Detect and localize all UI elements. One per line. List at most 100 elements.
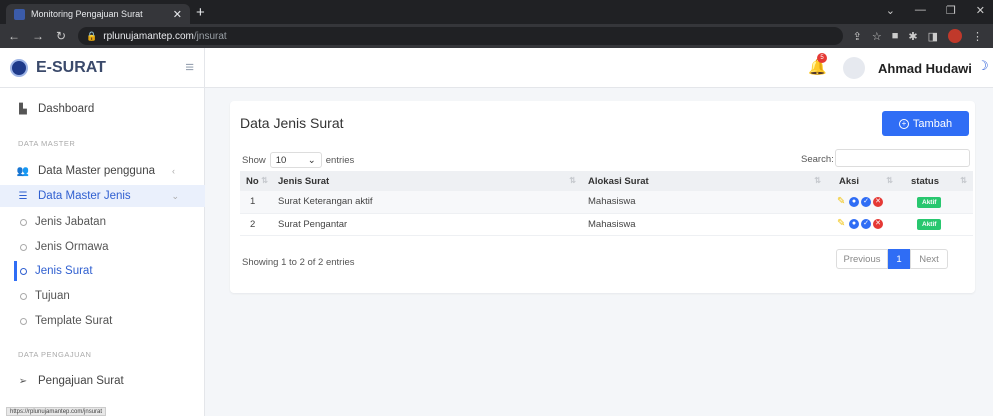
column-header-aksi[interactable]: Aksi ⇅	[827, 171, 899, 191]
column-header-no[interactable]: No ⇅	[240, 171, 272, 191]
next-page-button[interactable]: Next	[910, 249, 948, 269]
window-controls: ⌄ — ❐ ✕	[886, 4, 985, 17]
previous-page-button[interactable]: Previous	[836, 249, 888, 269]
cell-alokasi: Mahasiswa	[582, 213, 827, 236]
brand-logo-icon	[10, 58, 28, 77]
sidebar-item-label: Jenis Ormawa	[35, 241, 109, 253]
delete-icon[interactable]: ✕	[873, 196, 883, 207]
back-icon[interactable]: ←	[8, 29, 20, 43]
view-icon[interactable]: ●	[849, 219, 859, 229]
table-row: 2 Surat Pengantar Mahasiswa ✎ ● ✓ ✕ Akti…	[240, 213, 973, 236]
circle-icon	[20, 317, 27, 325]
column-header-jenis[interactable]: Jenis Surat ⇅	[272, 171, 582, 191]
sort-icon: ⇅	[261, 176, 268, 185]
edit-icon[interactable]: ✎	[837, 219, 847, 229]
browser-tab-bar: Monitoring Pengajuan Surat ✕ + ⌄ — ❐ ✕	[0, 0, 993, 24]
length-select[interactable]: 10 ⌄	[269, 152, 322, 168]
sidebar-toggle-icon[interactable]: ◨	[928, 30, 938, 43]
url-field[interactable]: 🔒 rplunujamantep.com/jnsurat	[78, 27, 843, 45]
browser-tab[interactable]: Monitoring Pengajuan Surat ✕	[6, 4, 190, 24]
sidebar-item-jenis-ormawa[interactable]: Jenis Ormawa	[0, 236, 205, 258]
status-bar-url: https://rplunujamantep.com/jnsurat	[6, 407, 107, 416]
nav-buttons: ← → ↻	[8, 29, 66, 43]
chevron-down-icon: ⌄	[171, 190, 179, 201]
search-input[interactable]	[835, 149, 970, 167]
search-label: Search:	[801, 154, 834, 165]
sidebar-item-pengajuan-surat[interactable]: ➢ Pengajuan Surat	[0, 370, 205, 392]
reload-icon[interactable]: ↻	[56, 29, 66, 43]
brand-name[interactable]: E-SURAT	[36, 59, 185, 77]
table-row: 1 Surat Keterangan aktif Mahasiswa ✎ ● ✓…	[240, 191, 973, 214]
browser-extensions: ⇪ ☆ ■ ✱ ◨ ⋮	[853, 29, 983, 43]
menu-kebab-icon[interactable]: ⋮	[972, 30, 983, 43]
user-name[interactable]: Ahmad Hudawi	[878, 61, 972, 76]
plus-circle-icon: +	[898, 118, 909, 129]
extension-icon[interactable]: ■	[892, 30, 899, 42]
check-icon[interactable]: ✓	[861, 219, 871, 229]
column-header-status[interactable]: status ⇅	[899, 171, 973, 191]
sidebar-item-master-jenis[interactable]: ☰ Data Master Jenis ⌄	[0, 185, 205, 207]
data-table: No ⇅ Jenis Surat ⇅ Alokasi Surat ⇅ Aksi ⇅ st…	[240, 171, 973, 236]
cell-no: 1	[240, 191, 272, 214]
sidebar-item-label: Data Master pengguna	[38, 165, 155, 177]
extension-puzzle-icon[interactable]: ✱	[908, 30, 917, 43]
sidebar-item-tujuan[interactable]: Tujuan	[0, 285, 205, 307]
length-control: Show 10 ⌄ entries	[242, 152, 354, 168]
sidebar-item-label: Template Surat	[35, 315, 113, 327]
sort-icon: ⇅	[886, 176, 893, 185]
check-icon[interactable]: ✓	[861, 196, 871, 207]
theme-toggle-icon[interactable]: ☽	[977, 58, 989, 74]
hamburger-menu-icon[interactable]: ≡	[185, 59, 194, 76]
data-card: Data Jenis Surat + Tambah Show 10 ⌄ entr…	[230, 101, 975, 293]
sidebar-item-label: Pengajuan Surat	[38, 375, 124, 387]
chevron-down-icon[interactable]: ⌄	[886, 4, 895, 17]
sidebar-item-jenis-surat[interactable]: Jenis Surat	[0, 260, 205, 282]
new-tab-button[interactable]: +	[196, 4, 205, 21]
users-icon: 👥	[16, 165, 30, 177]
edit-icon[interactable]: ✎	[837, 196, 847, 207]
table-info: Showing 1 to 2 of 2 entries	[242, 257, 355, 268]
sidebar-item-label: Data Master Jenis	[38, 190, 131, 202]
sidebar-item-label: Dashboard	[38, 103, 95, 115]
sidebar-item-dashboard[interactable]: ▙ Dashboard	[0, 98, 205, 120]
list-icon: ☰	[18, 190, 28, 202]
profile-avatar[interactable]	[948, 29, 962, 43]
url-host: rplunujamantep.com	[103, 30, 194, 42]
add-button-label: Tambah	[912, 117, 953, 130]
sidebar-item-master-pengguna[interactable]: 👥 Data Master pengguna ‹	[0, 160, 205, 182]
maximize-button[interactable]: ❐	[946, 4, 956, 17]
user-avatar[interactable]	[843, 57, 865, 79]
cell-no: 2	[240, 213, 272, 236]
address-bar-row: ← → ↻ 🔒 rplunujamantep.com/jnsurat ⇪ ☆ ■…	[0, 24, 993, 48]
minimize-button[interactable]: —	[915, 4, 926, 17]
sort-icon: ⇅	[960, 176, 967, 185]
top-navbar: 🔔 5 Ahmad Hudawi ☽	[205, 48, 993, 88]
circle-icon	[20, 218, 27, 226]
status-badge: Aktif	[917, 196, 942, 208]
cell-aksi: ✎ ● ✓ ✕	[827, 191, 899, 214]
page-title: Data Jenis Surat	[240, 115, 344, 131]
close-tab-icon[interactable]: ✕	[173, 8, 182, 21]
delete-icon[interactable]: ✕	[873, 219, 883, 229]
cell-status: Aktif	[899, 191, 973, 214]
notification-badge: 5	[817, 53, 827, 63]
view-icon[interactable]: ●	[849, 196, 859, 207]
chevron-down-icon: ⌄	[307, 154, 316, 166]
share-icon[interactable]: ⇪	[853, 30, 862, 43]
sidebar-item-template-surat[interactable]: Template Surat	[0, 310, 205, 332]
send-icon: ➢	[18, 375, 28, 387]
sidebar-item-jenis-jabatan[interactable]: Jenis Jabatan	[0, 211, 205, 233]
add-button[interactable]: + Tambah	[882, 111, 969, 136]
circle-icon	[20, 267, 27, 275]
close-window-button[interactable]: ✕	[976, 4, 985, 17]
bookmark-star-icon[interactable]: ☆	[872, 30, 882, 43]
sidebar-section-header: DATA MASTER	[18, 139, 76, 148]
cell-status: Aktif	[899, 213, 973, 236]
forward-icon[interactable]: →	[32, 29, 44, 43]
brand-bar: E-SURAT ≡	[0, 48, 205, 88]
entries-label: entries	[325, 154, 355, 166]
sidebar-item-label: Jenis Jabatan	[35, 216, 106, 228]
page-1-button[interactable]: 1	[888, 249, 910, 269]
column-header-alokasi[interactable]: Alokasi Surat ⇅	[582, 171, 827, 191]
table-header-row: No ⇅ Jenis Surat ⇅ Alokasi Surat ⇅ Aksi ⇅ st…	[240, 171, 973, 191]
